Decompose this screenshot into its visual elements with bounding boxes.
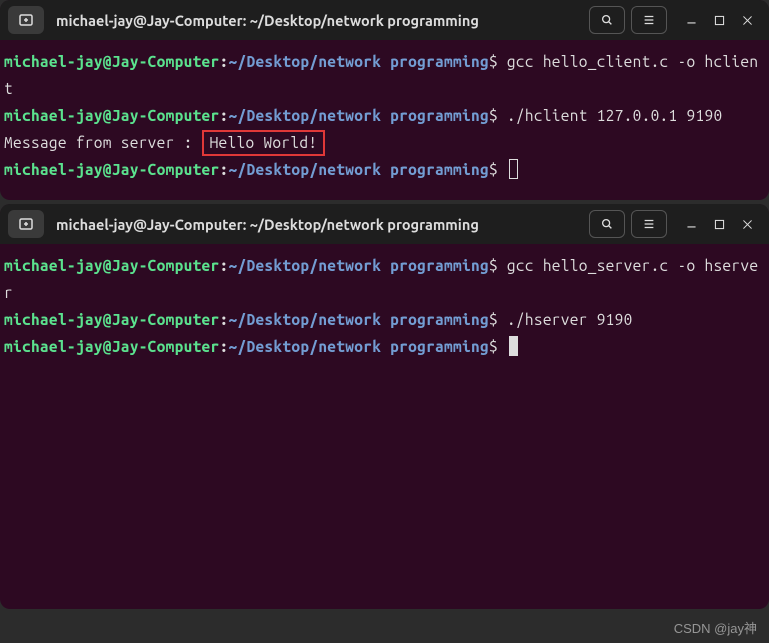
terminal-window-server: michael-jay@Jay-Computer: ~/Desktop/netw… (0, 204, 769, 609)
prompt-path: ~/Desktop/network programming (229, 107, 489, 124)
terminal-window-client: michael-jay@Jay-Computer: ~/Desktop/netw… (0, 0, 769, 200)
terminal-line: michael-jay@Jay-Computer:~/Desktop/netwo… (4, 306, 765, 333)
maximize-button[interactable] (711, 216, 727, 232)
prompt-user: michael-jay@Jay-Computer (4, 107, 220, 124)
watermark: CSDN @jay神 (674, 618, 757, 637)
search-button[interactable] (589, 210, 625, 238)
menu-button[interactable] (631, 210, 667, 238)
cursor-icon (509, 336, 518, 356)
prompt-colon: : (220, 257, 229, 274)
prompt-user: michael-jay@Jay-Computer (4, 53, 220, 70)
terminal-line: michael-jay@Jay-Computer:~/Desktop/netwo… (4, 102, 765, 129)
prompt-user: michael-jay@Jay-Computer (4, 161, 220, 178)
titlebar: michael-jay@Jay-Computer: ~/Desktop/netw… (0, 0, 769, 40)
terminal-line: michael-jay@Jay-Computer:~/Desktop/netwo… (4, 48, 765, 102)
minimize-button[interactable] (683, 216, 699, 232)
prompt-path: ~/Desktop/network programming (229, 338, 489, 355)
prompt-colon: : (220, 311, 229, 328)
prompt-dollar: $ (489, 338, 498, 355)
terminal-line: Message from server : Hello World! (4, 129, 765, 156)
maximize-button[interactable] (711, 12, 727, 28)
prompt-colon: : (220, 161, 229, 178)
titlebar: michael-jay@Jay-Computer: ~/Desktop/netw… (0, 204, 769, 244)
terminal-line: michael-jay@Jay-Computer:~/Desktop/netwo… (4, 333, 765, 360)
prompt-path: ~/Desktop/network programming (229, 311, 489, 328)
prompt-dollar: $ (489, 53, 498, 70)
new-tab-button[interactable] (8, 210, 44, 238)
close-button[interactable] (739, 216, 755, 232)
command-text: ./hserver 9190 (498, 311, 633, 328)
prompt-colon: : (220, 53, 229, 70)
prompt-colon: : (220, 338, 229, 355)
prompt-dollar: $ (489, 257, 498, 274)
close-button[interactable] (739, 12, 755, 28)
output-text: Message from server : (4, 134, 202, 151)
highlighted-output: Hello World! (202, 130, 326, 156)
terminal-content[interactable]: michael-jay@Jay-Computer:~/Desktop/netwo… (0, 40, 769, 191)
new-tab-button[interactable] (8, 6, 44, 34)
prompt-user: michael-jay@Jay-Computer (4, 311, 220, 328)
prompt-dollar: $ (489, 161, 498, 178)
terminal-line: michael-jay@Jay-Computer:~/Desktop/netwo… (4, 252, 765, 306)
prompt-dollar: $ (489, 311, 498, 328)
window-controls (683, 216, 755, 232)
prompt-user: michael-jay@Jay-Computer (4, 338, 220, 355)
prompt-path: ~/Desktop/network programming (229, 53, 489, 70)
prompt-path: ~/Desktop/network programming (229, 161, 489, 178)
menu-button[interactable] (631, 6, 667, 34)
terminal-content[interactable]: michael-jay@Jay-Computer:~/Desktop/netwo… (0, 244, 769, 368)
window-title: michael-jay@Jay-Computer: ~/Desktop/netw… (48, 216, 583, 233)
window-controls (683, 12, 755, 28)
prompt-colon: : (220, 107, 229, 124)
prompt-dollar: $ (489, 107, 498, 124)
cursor-icon (509, 159, 518, 179)
search-button[interactable] (589, 6, 625, 34)
command-text: ./hclient 127.0.0.1 9190 (498, 107, 723, 124)
window-title: michael-jay@Jay-Computer: ~/Desktop/netw… (48, 12, 583, 29)
prompt-path: ~/Desktop/network programming (229, 257, 489, 274)
minimize-button[interactable] (683, 12, 699, 28)
terminal-line: michael-jay@Jay-Computer:~/Desktop/netwo… (4, 156, 765, 183)
prompt-user: michael-jay@Jay-Computer (4, 257, 220, 274)
